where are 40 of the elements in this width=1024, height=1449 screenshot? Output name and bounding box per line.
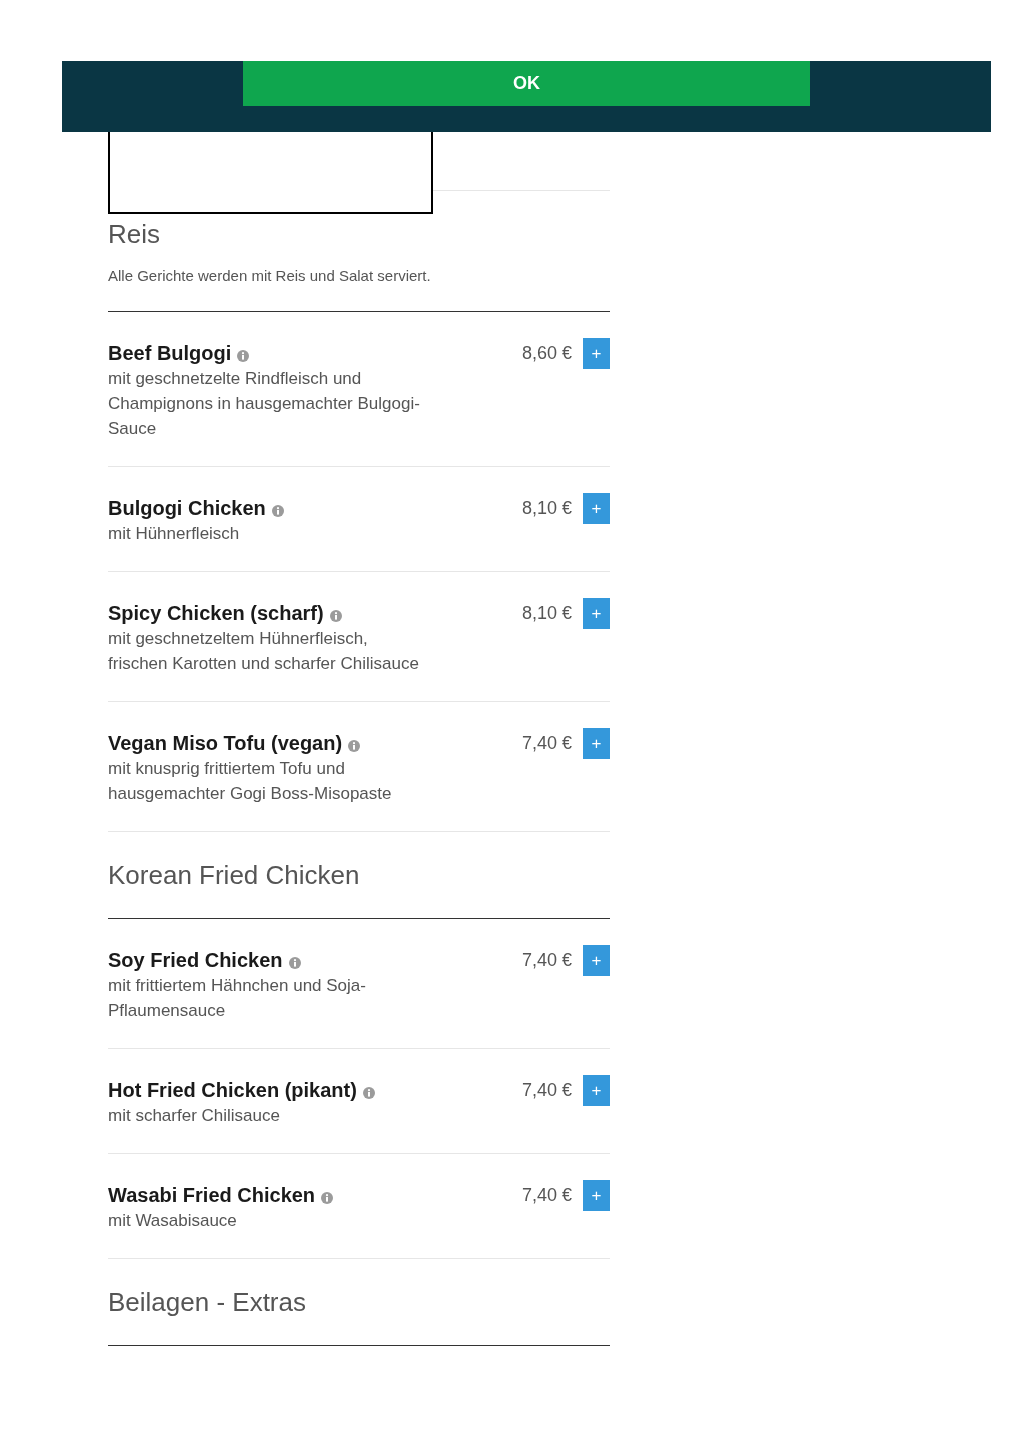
add-button[interactable]: + [583, 727, 610, 759]
dish-description: mit frittiertem Hähnchen und Soja-Pflaumensauce [108, 975, 367, 1022]
dish-description: mit geschnetzelte Rindfleisch und Champignons in hausgemachter Bulgogi-Sauce [108, 368, 421, 440]
dish-name: Hot Fried Chicken (pikant) [108, 1078, 357, 1103]
dish-description: mit knusprig frittiertem Tofu und hausgemachter Gogi Boss-Misopaste [108, 758, 393, 805]
dish-name: Bulgogi Chicken [108, 496, 266, 521]
dish-price: 7,40 € [521, 948, 572, 972]
info-icon[interactable] [237, 349, 250, 362]
dish-description: mit geschnetzeltem Hühnerfleisch, frischen Karotten und scharfer Chilisauce [108, 628, 420, 675]
dish-price: 7,40 € [521, 731, 572, 755]
dish-name: Spicy Chicken (scharf) [108, 601, 324, 626]
info-icon[interactable] [271, 504, 284, 517]
section-heading: Reis [108, 218, 161, 251]
dish-price: 8,10 € [521, 496, 572, 520]
section-heading: Korean Fried Chicken [108, 859, 361, 892]
dish-price: 8,60 € [521, 341, 572, 365]
dish-name: Wasabi Fried Chicken [108, 1183, 316, 1208]
add-button[interactable]: + [583, 337, 610, 369]
dish-description: mit Wasabisauce [108, 1210, 238, 1232]
dish-name: Vegan Miso Tofu (vegan) [108, 731, 343, 756]
info-icon[interactable] [321, 1191, 334, 1204]
dish-price: 8,10 € [521, 601, 572, 625]
info-icon[interactable] [348, 739, 361, 752]
section-heading: Beilagen - Extras [108, 1286, 307, 1319]
section-note: Alle Gerichte werden mit Reis und Salat serviert. [108, 266, 432, 286]
add-button[interactable]: + [583, 597, 610, 629]
dish-price: 7,40 € [521, 1183, 572, 1207]
dish-description: mit Hühnerfleisch [108, 523, 241, 545]
info-icon[interactable] [362, 1086, 375, 1099]
dish-price: 7,40 € [521, 1078, 572, 1102]
dish-description: mit scharfer Chilisauce [108, 1105, 281, 1127]
add-button[interactable]: + [583, 1179, 610, 1211]
info-icon[interactable] [288, 956, 301, 969]
add-button[interactable]: + [583, 944, 610, 976]
dish-name: Soy Fried Chicken [108, 948, 283, 973]
ok-button[interactable]: OK [243, 61, 810, 106]
add-button[interactable]: + [583, 492, 610, 524]
info-icon[interactable] [329, 609, 342, 622]
dish-name: Beef Bulgogi [108, 341, 232, 366]
add-button[interactable]: + [583, 1074, 610, 1106]
